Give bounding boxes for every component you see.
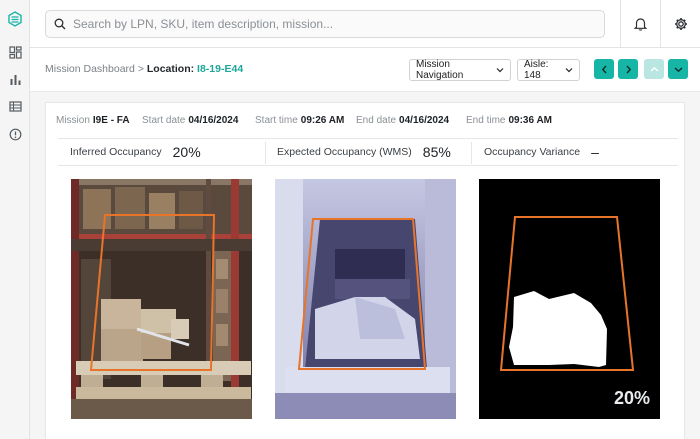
inferred-occupancy-label: Inferred Occupancy [70,146,162,158]
mission-navigation-select[interactable]: Mission Navigation [409,59,511,81]
aisle-select[interactable]: Aisle: 148 [517,59,580,81]
sub-header: Mission Dashboard > Location: I8-19-E44 … [30,48,700,92]
start-time-label: Start time [255,115,298,126]
top-bar [30,0,700,48]
start-time-value: 09:26 AM [300,115,345,126]
chevron-left-icon [601,65,608,74]
table-icon[interactable] [7,98,23,114]
chevron-down-icon [674,66,683,73]
camera-photo[interactable] [71,179,252,419]
occupancy-mask[interactable]: 20% [479,179,660,419]
mission-navigation-label: Mission Navigation [416,59,464,81]
chevron-down-icon [565,67,573,73]
breadcrumb-separator: > [137,63,144,75]
breadcrumb: Mission Dashboard > Location: I8-19-E44 [45,63,243,75]
chevron-down-icon [496,67,504,73]
start-date-value: 04/16/2024 [188,115,239,126]
mask-occupancy-percent: 20% [614,388,650,408]
location-value: I8-19-E44 [197,63,244,75]
divider [265,142,266,164]
search-box[interactable] [45,10,605,38]
breadcrumb-parent[interactable]: Mission Dashboard [45,63,135,75]
move-up-button[interactable] [644,59,664,79]
chevron-up-icon [650,66,659,73]
end-date-value: 04/16/2024 [399,115,450,126]
location-label: Location: [146,63,195,75]
alert-circle-icon[interactable] [7,126,23,142]
occupancy-variance-label: Occupancy Variance [484,146,581,158]
end-time-info: End time 09:36 AM [466,115,552,126]
depth-map[interactable] [275,179,456,419]
occupancy-variance: Occupancy Variance – [484,139,599,165]
start-date-label: Start date [142,115,186,126]
end-date-label: End date [356,115,397,126]
start-date-info: Start date 04/16/2024 [142,115,238,126]
next-button[interactable] [618,59,638,79]
logo-icon[interactable] [7,11,23,27]
mission-label: Mission [56,115,90,126]
mission-value: I9E - FA [92,115,130,126]
expected-occupancy-label: Expected Occupancy (WMS) [277,146,412,158]
mission-info: Mission I9E - FA [56,115,130,126]
mission-detail-card: Mission I9E - FA Start date 04/16/2024 Sta… [45,102,685,439]
end-time-label: End time [466,115,506,126]
notifications-button[interactable] [620,0,660,48]
previous-button[interactable] [594,59,614,79]
aisle-label: Aisle: 148 [524,59,549,81]
start-time-info: Start time 09:26 AM [255,115,344,126]
end-time-value: 09:36 AM [508,115,553,126]
divider [471,142,472,164]
side-rail [0,0,30,439]
dashboard-icon[interactable] [7,44,23,60]
inferred-occupancy-value: 20% [172,144,201,160]
inferred-occupancy: Inferred Occupancy 20% [70,139,201,165]
occupancy-summary: Inferred Occupancy 20% Expected Occupanc… [58,138,678,166]
bar-chart-icon[interactable] [7,71,23,87]
move-down-button[interactable] [668,59,688,79]
end-date-info: End date 04/16/2024 [356,115,449,126]
expected-occupancy-value: 85% [422,144,451,160]
occupancy-variance-value: – [591,144,599,160]
settings-button[interactable] [660,0,700,48]
search-icon [54,18,66,30]
search-input[interactable] [73,17,604,31]
bell-icon [634,17,647,31]
chevron-right-icon [625,65,632,74]
gear-icon [674,17,688,31]
expected-occupancy: Expected Occupancy (WMS) 85% [277,139,451,165]
